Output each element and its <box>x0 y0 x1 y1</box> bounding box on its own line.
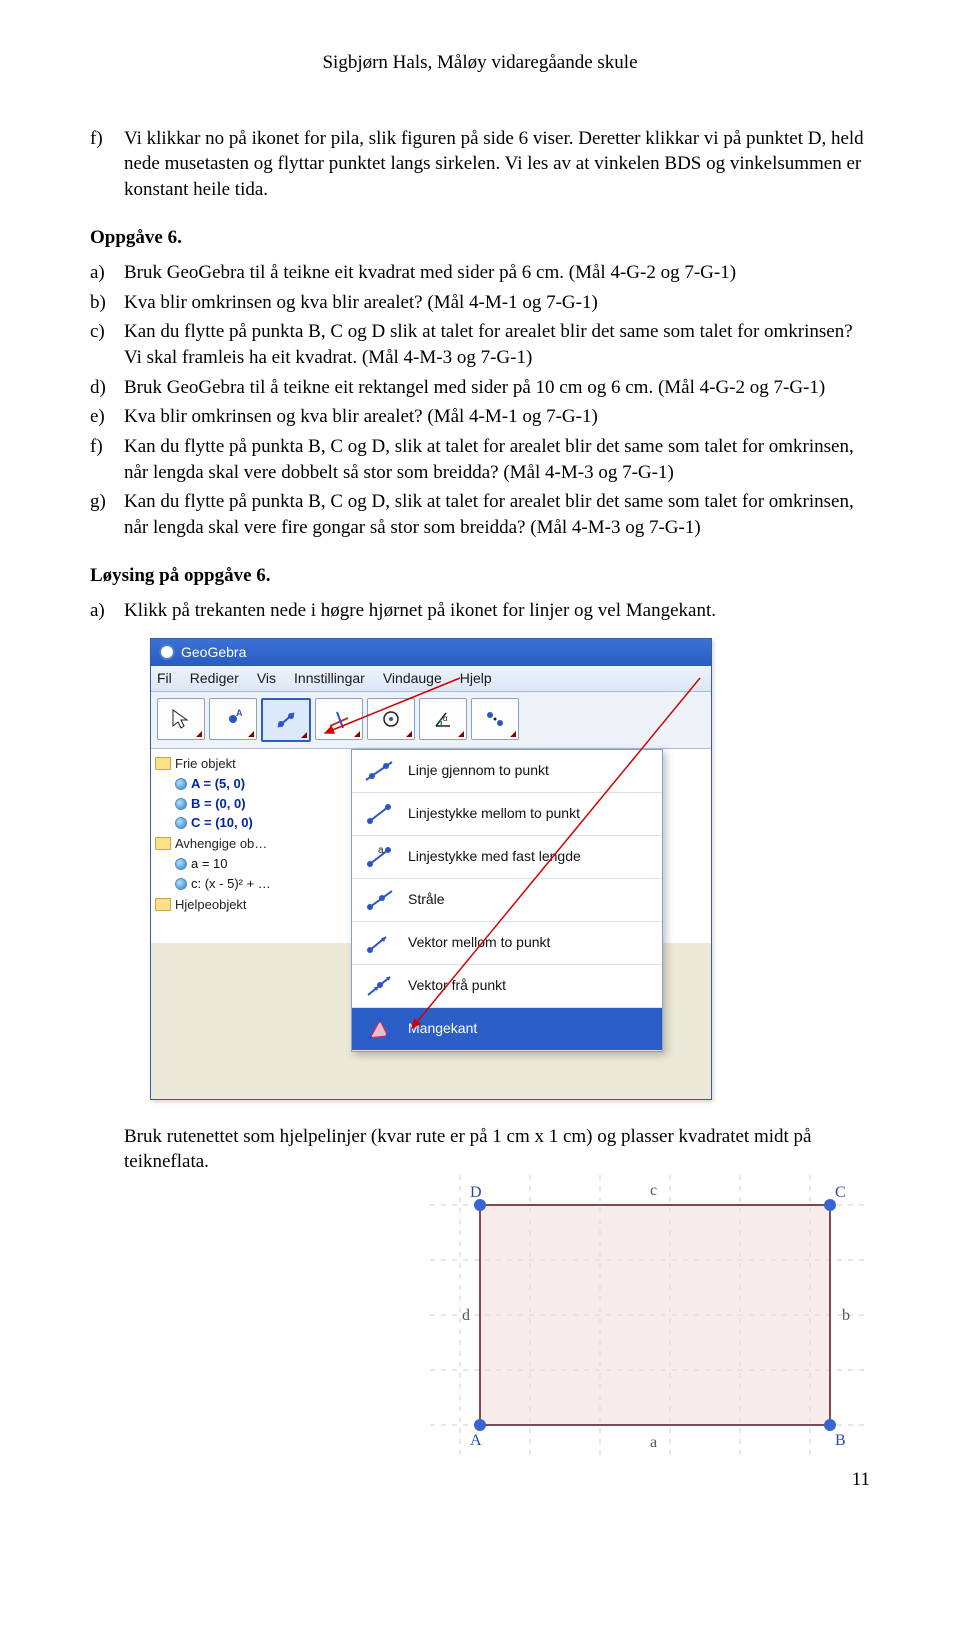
vertex-label-c: C <box>835 1184 846 1201</box>
author-line: Sigbjørn Hals, Måløy vidaregåande skule <box>322 52 637 73</box>
task6-b: Kva blir omkrinsen og kva blir arealet? … <box>124 290 598 316</box>
titlebar: GeoGebra <box>151 639 711 666</box>
point-icon <box>175 858 187 870</box>
point-icon <box>175 878 187 890</box>
tree-item[interactable]: a = 10 <box>155 854 355 874</box>
task6-list: a)Bruk GeoGebra til å teikne eit kvadrat… <box>90 260 870 544</box>
line-tool-dropdown: Linje gjennom to punkt Linjestykke mello… <box>351 749 663 1052</box>
segment-icon <box>364 801 394 827</box>
side-label-d: d <box>462 1307 470 1324</box>
page-header: Sigbjørn Hals, Måløy vidaregåande skule <box>90 50 870 76</box>
chevron-down-icon <box>458 731 464 737</box>
point-icon <box>175 817 187 829</box>
list-marker: c) <box>90 319 124 370</box>
chevron-down-icon <box>354 731 360 737</box>
chevron-down-icon <box>196 731 202 737</box>
menu-vis[interactable]: Vis <box>257 669 276 688</box>
toolbar: A α <box>151 692 711 749</box>
dropdown-item-polygon[interactable]: Mangekant <box>352 1008 662 1051</box>
task6-f: Kan du flytte på punkta B, C og D, slik … <box>124 434 870 485</box>
geogebra-window: GeoGebra Fil Rediger Vis Innstillingar V… <box>150 638 712 1100</box>
point-icon <box>175 798 187 810</box>
geogebra-figure: GeoGebra Fil Rediger Vis Innstillingar V… <box>150 638 870 1100</box>
tree-item[interactable]: c: (x - 5)² + … <box>155 874 355 894</box>
app-icon <box>159 644 175 660</box>
line-icon <box>364 758 394 784</box>
algebra-panel: Frie objekt A = (5, 0) B = (0, 0) C = (1… <box>151 749 360 943</box>
list-marker: f) <box>90 434 124 485</box>
svg-text:a: a <box>378 845 384 856</box>
tree-item[interactable]: A = (5, 0) <box>155 774 355 794</box>
list-marker: g) <box>90 489 124 540</box>
dropdown-item-ray[interactable]: Stråle <box>352 879 662 922</box>
vector-from-point-icon <box>364 973 394 999</box>
chevron-down-icon <box>510 731 516 737</box>
folder-icon <box>155 898 171 911</box>
dropdown-item-vector-from-point[interactable]: Vektor frå punkt <box>352 965 662 1008</box>
list-marker: d) <box>90 375 124 401</box>
menu-innstillingar[interactable]: Innstillingar <box>294 669 365 688</box>
menu-hjelp[interactable]: Hjelp <box>460 669 492 688</box>
chevron-down-icon <box>301 732 307 738</box>
tool-line[interactable] <box>261 698 311 742</box>
tool-angle[interactable]: α <box>419 698 467 740</box>
list-marker: a) <box>90 598 124 624</box>
square-figure: A B C D a b c d <box>430 1175 870 1455</box>
polygon-icon <box>364 1016 394 1042</box>
tree-item[interactable]: B = (0, 0) <box>155 794 355 814</box>
task6-c: Kan du flytte på punkta B, C og D slik a… <box>124 319 870 370</box>
dropdown-item-vector[interactable]: Vektor mellom to punkt <box>352 922 662 965</box>
ray-icon <box>364 887 394 913</box>
vertex-label-d: D <box>470 1184 482 1201</box>
side-label-c: c <box>650 1182 657 1199</box>
menu-vindauge[interactable]: Vindauge <box>383 669 442 688</box>
menu-fil[interactable]: Fil <box>157 669 172 688</box>
tree-item[interactable]: C = (10, 0) <box>155 813 355 833</box>
folder-icon <box>155 837 171 850</box>
task6-e: Kva blir omkrinsen og kva blir arealet? … <box>124 404 598 430</box>
vertex-label-a: A <box>470 1432 482 1449</box>
tool-circle[interactable] <box>367 698 415 740</box>
solution-a-text: Klikk på trekanten nede i høgre hjørnet … <box>124 598 716 624</box>
vertex-label-b: B <box>835 1432 846 1449</box>
solution-after-fig: Bruk rutenettet som hjelpelinjer (kvar r… <box>124 1124 870 1175</box>
task6-a: Bruk GeoGebra til å teikne eit kvadrat m… <box>124 260 736 286</box>
tool-point[interactable]: A <box>209 698 257 740</box>
vector-icon <box>364 930 394 956</box>
folder-icon <box>155 757 171 770</box>
svg-text:A: A <box>236 708 243 718</box>
page-number: 11 <box>90 1467 870 1493</box>
list-marker: b) <box>90 290 124 316</box>
tree-dependent-objects[interactable]: Avhengige ob… <box>155 833 355 855</box>
tree-free-objects[interactable]: Frie objekt <box>155 753 355 775</box>
window-title: GeoGebra <box>181 643 246 662</box>
list-marker: f) <box>90 126 124 203</box>
side-label-b: b <box>842 1307 850 1324</box>
intro-f-text: Vi klikkar no på ikonet for pila, slik f… <box>124 126 870 203</box>
solution-list: a)Klikk på trekanten nede i høgre hjørne… <box>90 598 870 628</box>
list-marker: a) <box>90 260 124 286</box>
tool-perpendicular[interactable] <box>315 698 363 740</box>
chevron-down-icon <box>406 731 412 737</box>
chevron-down-icon <box>248 731 254 737</box>
task6-d: Bruk GeoGebra til å teikne eit rektangel… <box>124 375 825 401</box>
tree-help-objects[interactable]: Hjelpeobjekt <box>155 894 355 916</box>
task6-title: Oppgåve 6. <box>90 225 870 251</box>
tool-move[interactable] <box>157 698 205 740</box>
side-label-a: a <box>650 1434 657 1451</box>
point-icon <box>175 778 187 790</box>
dropdown-item-segment-fixed[interactable]: a Linjestykke med fast lengde <box>352 836 662 879</box>
task6-g: Kan du flytte på punkta B, C og D, slik … <box>124 489 870 540</box>
segment-fixed-icon: a <box>364 844 394 870</box>
svg-text:α: α <box>443 714 448 723</box>
solution-title: Løysing på oppgåve 6. <box>90 563 870 589</box>
intro-list: f) Vi klikkar no på ikonet for pila, sli… <box>90 126 870 207</box>
menubar: Fil Rediger Vis Innstillingar Vindauge H… <box>151 666 711 692</box>
list-marker: e) <box>90 404 124 430</box>
dropdown-item-segment[interactable]: Linjestykke mellom to punkt <box>352 793 662 836</box>
dropdown-item-line-two-points[interactable]: Linje gjennom to punkt <box>352 750 662 793</box>
tool-reflect[interactable] <box>471 698 519 740</box>
menu-rediger[interactable]: Rediger <box>190 669 239 688</box>
